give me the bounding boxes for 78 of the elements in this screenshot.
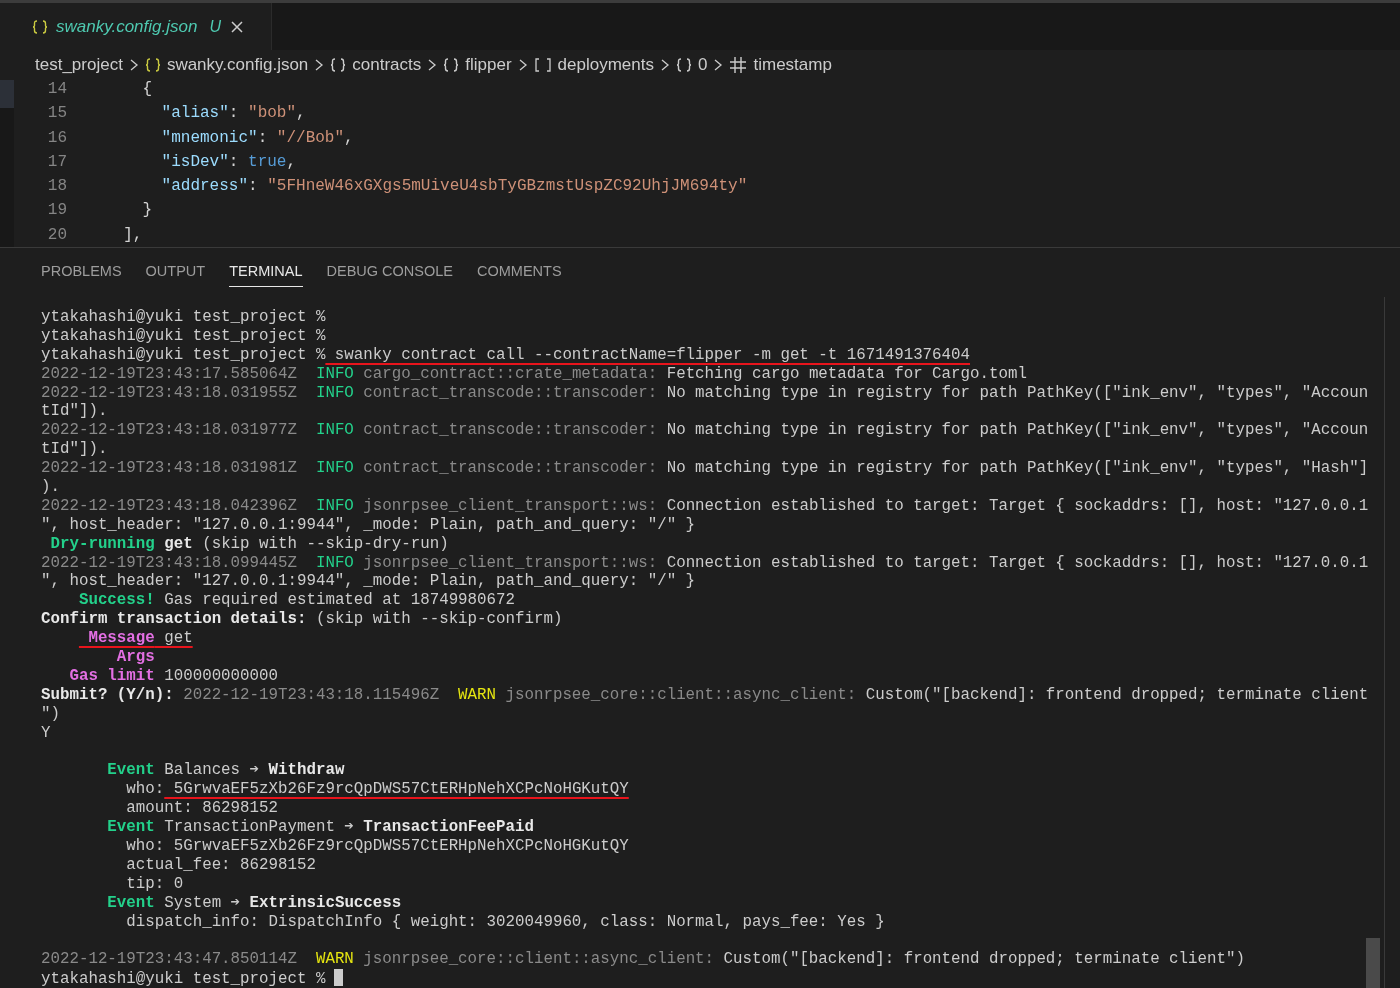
gutter-highlight: [0, 80, 14, 108]
terminal-line: 2022-12-19T23:43:18.031977Z INFO contract_transcode::transcoder: No matching type in registry for path PathKey(["ink_env", "types", "Accoun: [41, 421, 1369, 440]
terminal-line: tId"]).: [41, 402, 108, 421]
terminal-line: ytakahashi@yuki test_project %: [41, 326, 326, 345]
braces-icon: [330, 57, 347, 73]
terminal-line: Y: [41, 723, 51, 742]
code-line: "address": "5FHneW46xGXgs5mUiveU4sbTyGBzmstUspZC92UhjJM694ty": [160, 176, 748, 198]
chevron-icon: [517, 58, 528, 72]
braces-icon: [32, 18, 48, 35]
line-number: 17: [46, 151, 67, 173]
hash-icon: [729, 56, 748, 74]
terminal-line: Success! Gas required estimated at 18749980672: [77, 591, 515, 610]
terminal-line: Args: [115, 648, 155, 667]
code-line: {: [141, 80, 152, 100]
panel-tab[interactable]: TERMINAL: [217, 248, 315, 297]
chevron-icon: [713, 58, 724, 72]
chevron-icon: [314, 58, 325, 72]
terminal-line: Message get: [87, 629, 193, 648]
terminal-line: ).: [41, 478, 60, 496]
terminal-line: tip: 0: [125, 874, 184, 893]
code-line: "alias": "bob",: [160, 103, 306, 125]
terminal-line: ", host_header: "127.0.0.1:9944", _mode: Plain, path_and_query: "/" }: [41, 572, 696, 591]
breadcrumb-item[interactable]: test_project: [35, 52, 123, 78]
terminal-line: 2022-12-19T23:43:17.585064Z INFO cargo_contract::crate_metadata: Fetching cargo metadata for Cargo.toml: [41, 364, 1027, 383]
close-icon: [229, 18, 245, 35]
terminal-line: ", host_header: "127.0.0.1:9944", _mode: Plain, path_and_query: "/" }: [41, 515, 696, 534]
code-line: ],: [122, 224, 143, 246]
panel-tab[interactable]: DEBUG CONSOLE: [314, 248, 466, 297]
chevron-icon: [128, 58, 139, 72]
braces-icon: [144, 57, 161, 73]
terminal-line: Submit? (Y/n): 2022-12-19T23:43:18.115496Z WARN jsonrpsee_core::client::async_client: Custom("[backend]: frontend dropped; terminate client: [41, 685, 1369, 704]
breadcrumb-item[interactable]: deployments: [533, 52, 654, 78]
breadcrumb-item[interactable]: swanky.config.json: [144, 52, 309, 78]
terminal-line: Gas limit 100000000000: [68, 666, 278, 685]
terminal-line: actual_fee: 86298152: [125, 855, 316, 874]
terminal-line: Event TransactionPayment ➔ TransactionFeePaid: [106, 818, 534, 837]
terminal-line: 2022-12-19T23:43:47.850114Z WARN jsonrpsee_core::client::async_client: Custom("[backend]: frontend dropped; terminate client"): [41, 950, 1245, 969]
panel-tab[interactable]: OUTPUT: [133, 248, 218, 297]
chevron-icon: [427, 58, 438, 72]
breadcrumb-item[interactable]: contracts: [330, 52, 422, 78]
terminal-line: 2022-12-19T23:43:18.099445Z INFO jsonrpsee_client_transport::ws: Connection established to target: Target { sockaddrs: [], host: "127.0.0.1: [41, 553, 1369, 572]
terminal-line: ytakahashi@yuki test_project % swanky contract call --contractName=flipper -m get -t 1671491376404: [41, 345, 970, 364]
terminal-line: "): [41, 704, 60, 723]
terminal-line: who: 5GrwvaEF5zXb26Fz9rcQpDWS57CtERHpNehXCPcNoHGKutQY: [125, 780, 629, 799]
terminal-line: ytakahashi@yuki test_project %: [41, 308, 326, 326]
line-number: 14: [46, 80, 67, 100]
braces-icon: [676, 57, 692, 73]
terminal-line: 2022-12-19T23:43:18.042396Z INFO jsonrpsee_client_transport::ws: Connection established to target: Target { sockaddrs: [], host: "127.0.0.1: [41, 496, 1369, 515]
braces-icon: [443, 57, 460, 73]
breadcrumb-item[interactable]: timestamp: [729, 52, 832, 78]
terminal-line: ytakahashi@yuki test_project %: [41, 970, 326, 988]
terminal-line: Event Balances ➔ Withdraw: [106, 761, 345, 780]
panel-tab[interactable]: COMMENTS: [465, 248, 574, 297]
code-line: "mnemonic": "//Bob",: [160, 127, 354, 149]
modified-status: U: [209, 16, 221, 37]
terminal-line: 2022-12-19T23:43:18.031955Z INFO contract_transcode::transcoder: No matching type in registry for path PathKey(["ink_env", "types", "Accoun: [41, 383, 1369, 402]
scrollbar-thumb[interactable]: [1366, 938, 1380, 988]
terminal-line: Confirm transaction details: (skip with --skip-confirm): [41, 610, 563, 629]
line-number: 16: [46, 127, 67, 149]
line-number: 20: [46, 224, 67, 246]
terminal-line: Dry-running get (skip with --skip-dry-run): [49, 534, 449, 553]
chevron-icon: [660, 58, 670, 72]
terminal-line: Event System ➔ ExtrinsicSuccess: [106, 893, 402, 912]
line-number: 19: [46, 200, 67, 222]
terminal-line: who: 5GrwvaEF5zXb26Fz9rcQpDWS57CtERHpNehXCPcNoHGKutQY: [125, 836, 629, 855]
file-tab[interactable]: swanky.config.json U: [0, 3, 272, 50]
brackets-icon: [533, 57, 552, 73]
terminal-line: amount: 86298152: [125, 799, 278, 818]
code-line: "isDev": true,: [160, 151, 297, 173]
breadcrumb-item[interactable]: 0: [676, 52, 708, 78]
code-line: }: [141, 200, 152, 222]
terminal-line: dispatch_info: DispatchInfo { weight: 3020049960, class: Normal, pays_fee: Yes }: [125, 912, 885, 931]
line-number: 18: [46, 176, 67, 198]
terminal-line: 2022-12-19T23:43:18.031981Z INFO contract_transcode::transcoder: No matching type in registry for path PathKey(["ink_env", "types", "Hash"]: [41, 459, 1369, 478]
panel-tab[interactable]: PROBLEMS: [29, 248, 134, 297]
breadcrumb-item[interactable]: flipper: [443, 52, 512, 78]
terminal-line: tId"]).: [41, 440, 108, 459]
line-number: 15: [46, 103, 67, 125]
